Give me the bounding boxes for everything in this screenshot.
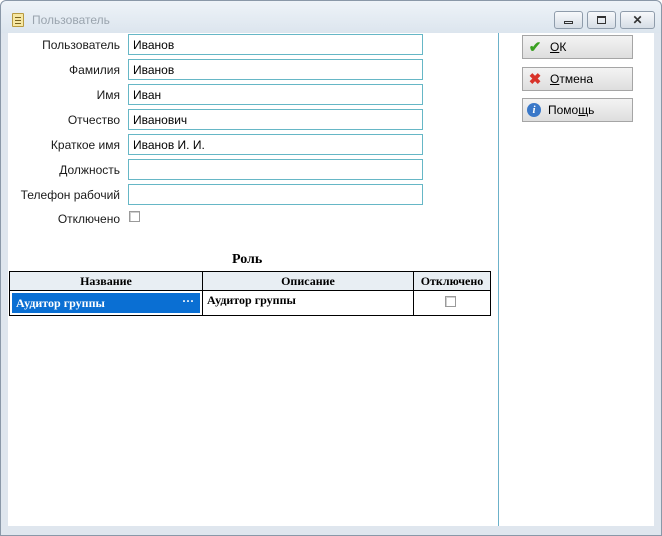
surname-label: Фамилия	[69, 63, 120, 77]
patronymic-field[interactable]	[128, 109, 423, 130]
ellipsis-button[interactable]: ···	[182, 294, 194, 309]
role-disabled-checkbox[interactable]	[445, 296, 456, 307]
column-header-disabled[interactable]: Отключено	[413, 271, 491, 291]
minimize-button[interactable]	[554, 11, 583, 29]
role-disabled-cell[interactable]	[413, 290, 491, 316]
username-field[interactable]	[128, 34, 423, 55]
ok-button[interactable]: ✔ ОК	[522, 35, 633, 59]
window-bottom-border	[8, 526, 654, 534]
first-name-label: Имя	[96, 88, 120, 102]
short-name-label: Краткое имя	[50, 138, 120, 152]
disabled-checkbox[interactable]	[129, 211, 140, 222]
selected-role-name[interactable]: Аудитор группы ···	[12, 293, 200, 313]
cross-icon: ✖	[528, 71, 542, 88]
checkmark-icon: ✔	[528, 39, 542, 56]
column-header-description[interactable]: Описание	[202, 271, 414, 291]
ok-label: ОК	[550, 40, 567, 54]
roles-section-title: Роль	[232, 252, 263, 267]
maximize-button[interactable]	[587, 11, 616, 29]
help-label: Помощь	[548, 103, 595, 117]
panel-divider	[498, 33, 499, 526]
cancel-button[interactable]: ✖ Отмена	[522, 67, 633, 91]
minimize-icon	[564, 20, 573, 24]
short-name-field[interactable]	[128, 134, 423, 155]
info-icon: i	[527, 103, 541, 117]
column-header-name[interactable]: Название	[9, 271, 203, 291]
help-button[interactable]: i Помощь	[522, 98, 633, 122]
title-bar[interactable]: Пользователь ✕	[1, 1, 661, 33]
patronymic-label: Отчество	[67, 113, 120, 127]
position-label: Должность	[59, 163, 120, 177]
role-name-text: Аудитор группы	[16, 296, 105, 310]
roles-table: Название Описание Отключено Аудитор груп…	[9, 271, 491, 316]
position-field[interactable]	[128, 159, 423, 180]
first-name-field[interactable]	[128, 84, 423, 105]
close-button[interactable]: ✕	[620, 11, 655, 29]
work-phone-label: Телефон рабочий	[20, 188, 120, 202]
document-icon	[12, 13, 24, 27]
work-phone-field[interactable]	[128, 184, 423, 205]
maximize-icon	[597, 16, 606, 24]
window-title: Пользователь	[32, 13, 110, 27]
table-header-row: Название Описание Отключено	[9, 271, 491, 291]
disabled-label: Отключено	[57, 212, 120, 226]
role-name-cell[interactable]: Аудитор группы ···	[9, 290, 203, 316]
role-description-cell[interactable]: Аудитор группы	[202, 290, 414, 316]
dialog-content: Пользователь Фамилия Имя Отчество Кратко…	[8, 33, 654, 526]
username-label: Пользователь	[42, 38, 120, 52]
cancel-label: Отмена	[550, 72, 594, 86]
close-icon: ✕	[632, 13, 643, 27]
surname-field[interactable]	[128, 59, 423, 80]
table-row[interactable]: Аудитор группы ··· Аудитор группы	[9, 290, 491, 316]
role-description-text: Аудитор группы	[207, 293, 296, 307]
